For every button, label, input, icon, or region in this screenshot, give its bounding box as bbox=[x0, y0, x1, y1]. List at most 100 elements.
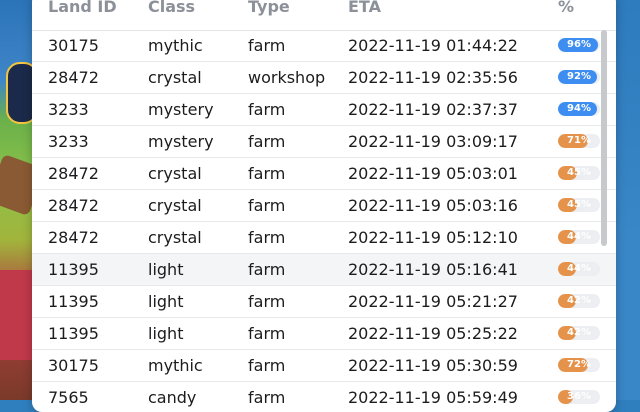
cell-class: light bbox=[148, 324, 184, 343]
progress-bar: 44% bbox=[558, 230, 600, 244]
cell-type: farm bbox=[248, 36, 286, 55]
cell-type: farm bbox=[248, 196, 286, 215]
progress-label: 45% bbox=[567, 167, 591, 178]
table-row[interactable]: 28472 crystal workshop 2022-11-19 02:35:56 9… bbox=[32, 62, 616, 94]
table-row[interactable]: 28472 crystal farm 2022-11-19 05:03:16 45% bbox=[32, 190, 616, 222]
cell-land-id: 7565 bbox=[48, 388, 89, 407]
cell-class: mystery bbox=[148, 100, 214, 119]
progress-label: 45% bbox=[567, 199, 591, 210]
progress-label: 44% bbox=[567, 231, 591, 242]
cell-type: farm bbox=[248, 260, 286, 279]
cell-land-id: 3233 bbox=[48, 132, 89, 151]
progress-bar: 42% bbox=[558, 326, 600, 340]
cell-type: farm bbox=[248, 164, 286, 183]
progress-bar: 96% bbox=[558, 38, 600, 52]
cell-eta: 2022-11-19 05:03:01 bbox=[348, 164, 518, 183]
table-row[interactable]: 11395 light farm 2022-11-19 05:21:27 42% bbox=[32, 286, 616, 318]
cell-percent: 45% bbox=[558, 198, 600, 212]
progress-bar: 72% bbox=[558, 358, 600, 372]
table-row[interactable]: 11395 light farm 2022-11-19 05:25:22 42% bbox=[32, 318, 616, 350]
cell-eta: 2022-11-19 02:37:37 bbox=[348, 100, 518, 119]
progress-bar: 92% bbox=[558, 70, 600, 84]
cell-eta: 2022-11-19 05:21:27 bbox=[348, 292, 518, 311]
progress-label: 36% bbox=[567, 391, 591, 402]
progress-label: 42% bbox=[567, 295, 591, 306]
cell-class: crystal bbox=[148, 228, 202, 247]
cell-eta: 2022-11-19 05:16:41 bbox=[348, 260, 518, 279]
cell-percent: 92% bbox=[558, 70, 600, 84]
cell-class: crystal bbox=[148, 196, 202, 215]
cell-land-id: 28472 bbox=[48, 196, 99, 215]
table-header: Land ID Class Type ETA % bbox=[32, 0, 616, 31]
cell-type: farm bbox=[248, 324, 286, 343]
cell-eta: 2022-11-19 05:25:22 bbox=[348, 324, 518, 343]
cell-type: farm bbox=[248, 132, 286, 151]
progress-bar: 94% bbox=[558, 102, 600, 116]
cell-class: crystal bbox=[148, 68, 202, 87]
progress-label: 92% bbox=[567, 71, 591, 82]
header-land-id[interactable]: Land ID bbox=[48, 0, 117, 30]
progress-bar: 42% bbox=[558, 294, 600, 308]
progress-bar: 44% bbox=[558, 262, 600, 276]
cell-land-id: 28472 bbox=[48, 68, 99, 87]
progress-bar: 71% bbox=[558, 134, 600, 148]
cell-type: farm bbox=[248, 292, 286, 311]
cell-class: candy bbox=[148, 388, 197, 407]
header-eta[interactable]: ETA bbox=[348, 0, 381, 30]
progress-label: 42% bbox=[567, 327, 591, 338]
cell-percent: 44% bbox=[558, 230, 600, 244]
cell-class: mythic bbox=[148, 356, 203, 375]
cell-land-id: 11395 bbox=[48, 292, 99, 311]
header-class[interactable]: Class bbox=[148, 0, 195, 30]
progress-label: 72% bbox=[567, 359, 591, 370]
progress-label: 94% bbox=[567, 103, 591, 114]
cell-eta: 2022-11-19 05:59:49 bbox=[348, 388, 518, 407]
cell-percent: 72% bbox=[558, 358, 600, 372]
cell-eta: 2022-11-19 03:09:17 bbox=[348, 132, 518, 151]
cell-land-id: 28472 bbox=[48, 164, 99, 183]
table-row[interactable]: 28472 crystal farm 2022-11-19 05:12:10 44% bbox=[32, 222, 616, 254]
cell-percent: 42% bbox=[558, 326, 600, 340]
table-row[interactable]: 30175 mythic farm 2022-11-19 05:30:59 72% bbox=[32, 350, 616, 382]
table-row[interactable]: 3233 mystery farm 2022-11-19 03:09:17 71% bbox=[32, 126, 616, 158]
cell-eta: 2022-11-19 05:30:59 bbox=[348, 356, 518, 375]
cell-type: farm bbox=[248, 388, 286, 407]
cell-percent: 45% bbox=[558, 166, 600, 180]
table-row[interactable]: 3233 mystery farm 2022-11-19 02:37:37 94% bbox=[32, 94, 616, 126]
cell-type: workshop bbox=[248, 68, 326, 87]
cell-land-id: 11395 bbox=[48, 260, 99, 279]
table-body: 30175 mythic farm 2022-11-19 01:44:22 96% 284… bbox=[32, 30, 616, 412]
progress-bar: 36% bbox=[558, 390, 600, 404]
table-row[interactable]: 11395 light farm 2022-11-19 05:16:41 44% bbox=[32, 254, 616, 286]
table-row[interactable]: 7565 candy farm 2022-11-19 05:59:49 36% bbox=[32, 382, 616, 412]
cell-percent: 44% bbox=[558, 262, 600, 276]
cell-percent: 96% bbox=[558, 38, 600, 52]
cell-eta: 2022-11-19 02:35:56 bbox=[348, 68, 518, 87]
header-type[interactable]: Type bbox=[248, 0, 290, 30]
progress-label: 96% bbox=[567, 39, 591, 50]
cell-land-id: 30175 bbox=[48, 36, 99, 55]
cell-percent: 94% bbox=[558, 102, 600, 116]
table-row[interactable]: 30175 mythic farm 2022-11-19 01:44:22 96% bbox=[32, 30, 616, 62]
progress-label: 44% bbox=[567, 263, 591, 274]
cell-class: crystal bbox=[148, 164, 202, 183]
land-eta-panel: Land ID Class Type ETA % 30175 mythic farm… bbox=[32, 0, 616, 412]
scrollbar-thumb[interactable] bbox=[601, 30, 607, 246]
table-row[interactable]: 28472 crystal farm 2022-11-19 05:03:01 45% bbox=[32, 158, 616, 190]
cell-percent: 71% bbox=[558, 134, 600, 148]
progress-bar: 45% bbox=[558, 198, 600, 212]
game-background-left bbox=[0, 0, 36, 400]
cell-class: light bbox=[148, 260, 184, 279]
cell-land-id: 30175 bbox=[48, 356, 99, 375]
cell-land-id: 28472 bbox=[48, 228, 99, 247]
cell-type: farm bbox=[248, 100, 286, 119]
game-building bbox=[0, 270, 36, 360]
cell-land-id: 11395 bbox=[48, 324, 99, 343]
progress-label: 71% bbox=[567, 135, 591, 146]
header-percent[interactable]: % bbox=[558, 0, 574, 30]
cell-eta: 2022-11-19 01:44:22 bbox=[348, 36, 518, 55]
cell-class: mythic bbox=[148, 36, 203, 55]
cell-type: farm bbox=[248, 356, 286, 375]
cell-percent: 36% bbox=[558, 390, 600, 404]
cell-class: light bbox=[148, 292, 184, 311]
